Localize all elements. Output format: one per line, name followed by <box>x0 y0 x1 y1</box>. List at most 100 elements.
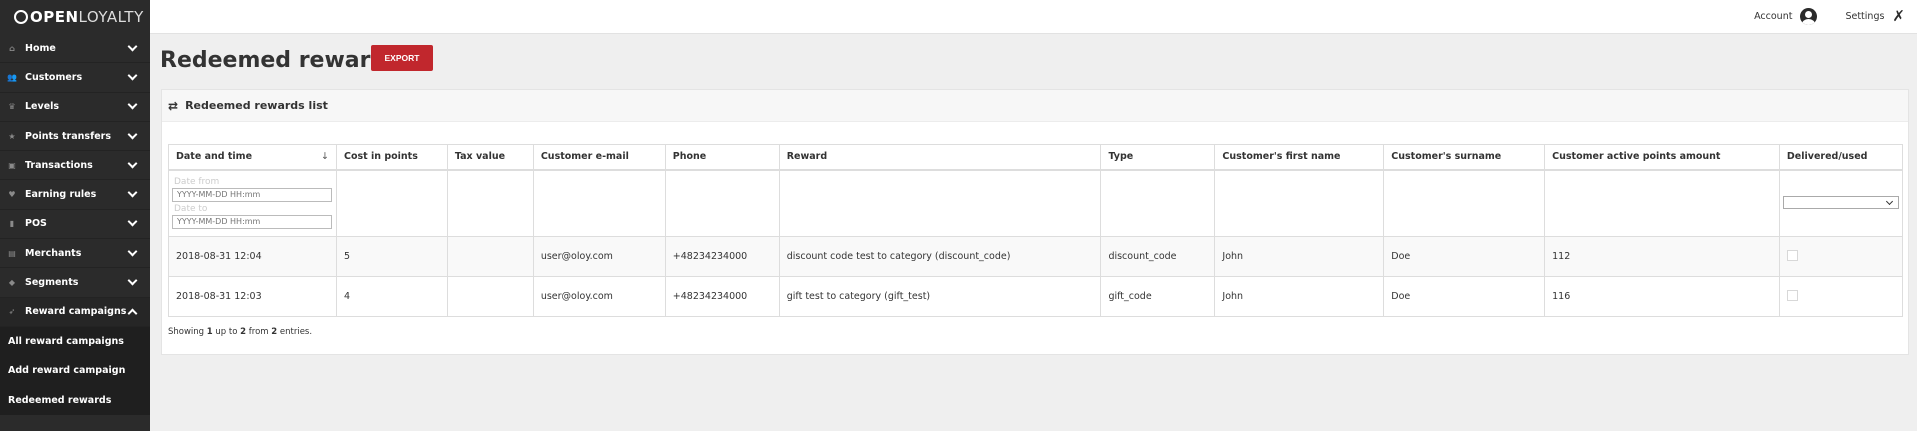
column-header-phone[interactable]: Phone <box>664 144 780 171</box>
users-icon: 👥 <box>7 72 17 82</box>
table-cell: 2018-08-31 12:03 <box>168 276 337 317</box>
table-cell: discount_code <box>1100 236 1216 277</box>
sidebar-item-levels[interactable]: ♛ Levels <box>0 93 150 122</box>
export-button[interactable]: EXPORT <box>371 45 433 71</box>
sidebar-item-segments[interactable]: ◆ Segments <box>0 268 150 298</box>
panel-title: Redeemed rewards list <box>185 99 328 112</box>
column-header-date-and-time[interactable]: Date and time ↓ <box>168 144 337 171</box>
column-header-type[interactable]: Type <box>1100 144 1216 171</box>
delivered-checkbox[interactable] <box>1786 289 1798 301</box>
chevron-down-icon <box>127 246 138 257</box>
table-cell: discount code test to category (discount… <box>778 236 1102 277</box>
topbar-actions: Account Settings ✗ <box>1754 0 1905 32</box>
chevron-down-icon <box>127 187 138 198</box>
date-filter-cell: Date from Date to <box>168 169 337 237</box>
sidebar-item-merchants[interactable]: ▤ Merchants <box>0 239 150 269</box>
open-loyalty-logo[interactable]: OPEN LOYALTY <box>0 0 150 34</box>
column-header-customer-active-points-amount[interactable]: Customer active points amount <box>1544 144 1780 171</box>
chevron-down-icon <box>127 275 138 286</box>
account-avatar-icon[interactable] <box>1800 7 1818 25</box>
column-header-customer-e-mail[interactable]: Customer e-mail <box>532 144 666 171</box>
sidebar-item-pos[interactable]: ▮ POS <box>0 210 150 240</box>
chevron-down-icon <box>127 70 138 81</box>
sidebar-item-points-transfers[interactable]: ★ Points transfers <box>0 122 150 152</box>
table-cell: gift test to category (gift_test) <box>778 276 1102 317</box>
table-cell: user@oloy.com <box>532 236 666 277</box>
card-icon: ▤ <box>8 248 16 258</box>
rocket-icon: ➶ <box>8 307 16 317</box>
table-cell: Doe <box>1383 276 1546 317</box>
pagination-info: Showing 1 up to 2 from 2 entries. <box>168 327 313 337</box>
chevron-down-icon <box>127 99 138 110</box>
table-cell <box>446 236 534 277</box>
sidebar-item-label: Points transfers <box>25 130 111 142</box>
redeemed-rewards-panel: ⇄ Redeemed rewards list Date and time ↓ Co… <box>161 89 1909 355</box>
account-link[interactable]: Account <box>1754 11 1792 22</box>
date-from-input[interactable] <box>172 187 332 202</box>
sidebar-item-label: Segments <box>25 277 79 289</box>
sidebar-subitem-add-reward-campaign[interactable]: Add reward campaign <box>0 356 150 386</box>
table-filter-row: Date from Date to <box>168 169 1904 237</box>
table-row: 2018-08-31 12:04 5 user@oloy.com +482342340… <box>168 236 1904 277</box>
panel-header: ⇄ Redeemed rewards list <box>162 90 1908 122</box>
table-cell: 4 <box>335 276 448 317</box>
sidebar-item-label: Earning rules <box>25 189 97 201</box>
column-header-delivered-used[interactable]: Delivered/used <box>1778 144 1904 171</box>
table-header-row: Date and time ↓ Cost in points Tax value Cus… <box>168 144 1904 171</box>
column-header-reward[interactable]: Reward <box>778 144 1102 171</box>
briefcase-icon: ▣ <box>8 160 16 170</box>
star-icon: ★ <box>8 131 16 141</box>
column-header-customer-s-first-name[interactable]: Customer's first name <box>1214 144 1385 171</box>
column-header-cost-in-points[interactable]: Cost in points <box>335 144 448 171</box>
date-to-label: Date to <box>174 203 208 214</box>
table-cell: +48234234000 <box>664 276 780 317</box>
tools-icon[interactable]: ✗ <box>1892 8 1905 24</box>
date-to-input[interactable] <box>172 214 332 229</box>
sidebar-item-reward-campaigns[interactable]: ➶ Reward campaigns <box>0 297 150 327</box>
delivered-checkbox[interactable] <box>1786 249 1798 261</box>
settings-link[interactable]: Settings <box>1845 11 1884 22</box>
segments-icon: ◆ <box>8 278 16 288</box>
sidebar-item-transactions[interactable]: ▣ Transactions <box>0 151 150 181</box>
table-cell: John <box>1214 236 1385 277</box>
sort-desc-icon[interactable]: ↓ <box>321 151 329 162</box>
table-cell: 116 <box>1544 276 1780 317</box>
sidebar-subitem-all-reward-campaigns[interactable]: All reward campaigns <box>0 326 150 357</box>
sidebar-item-customers[interactable]: 👥 Customers <box>0 63 150 93</box>
sidebar-nav: ⌂ Home 👥 Customers ♛ Levels ★ Points transfers ▣… <box>0 34 150 415</box>
chevron-down-icon <box>127 158 138 169</box>
delivered-filter-select[interactable] <box>1782 195 1899 209</box>
sidebar-item-label: Transactions <box>25 159 93 171</box>
column-header-customer-s-surname[interactable]: Customer's surname <box>1383 144 1546 171</box>
sidebar-item-label: POS <box>25 218 47 230</box>
column-header-tax-value[interactable]: Tax value <box>446 144 534 171</box>
table-cell: Doe <box>1383 236 1546 277</box>
sidebar-subitem-redeemed-rewards[interactable]: Redeemed rewards <box>0 385 150 415</box>
logo-text-open: OPEN <box>30 8 79 26</box>
table-cell: John <box>1214 276 1385 317</box>
trophy-icon: ♛ <box>8 102 16 112</box>
exchange-icon: ⇄ <box>168 98 179 113</box>
chevron-down-icon <box>127 129 138 139</box>
sidebar-item-label: Merchants <box>25 247 82 259</box>
table-row: 2018-08-31 12:03 4 user@oloy.com +482342340… <box>168 276 1904 317</box>
sidebar-item-earning-rules[interactable]: ♥ Earning rules <box>0 180 150 210</box>
table-cell: 112 <box>1544 236 1780 277</box>
logo-text-loyalty: LOYALTY <box>78 8 144 26</box>
redeemed-rewards-table: Date and time ↓ Cost in points Tax value Cus… <box>168 144 1904 317</box>
table-cell: +48234234000 <box>664 236 780 277</box>
date-from-label: Date from <box>174 176 220 187</box>
chevron-down-icon <box>1885 197 1893 205</box>
sidebar-item-label: Home <box>25 42 56 54</box>
pos-icon: ▮ <box>9 219 15 229</box>
sidebar-item-home[interactable]: ⌂ Home <box>0 34 150 64</box>
sidebar-item-label: Customers <box>25 71 83 83</box>
table-cell: user@oloy.com <box>532 276 666 317</box>
home-icon: ⌂ <box>9 43 15 53</box>
table-cell: 5 <box>335 236 448 277</box>
sidebar: OPEN LOYALTY ⌂ Home 👥 Customers ♛ Levels ★ Poin… <box>0 0 150 431</box>
delivered-cell <box>1778 236 1904 277</box>
page-title: Redeemed rewards <box>160 48 400 73</box>
topbar: Account Settings ✗ <box>150 0 1917 34</box>
chevron-down-icon <box>127 216 138 227</box>
